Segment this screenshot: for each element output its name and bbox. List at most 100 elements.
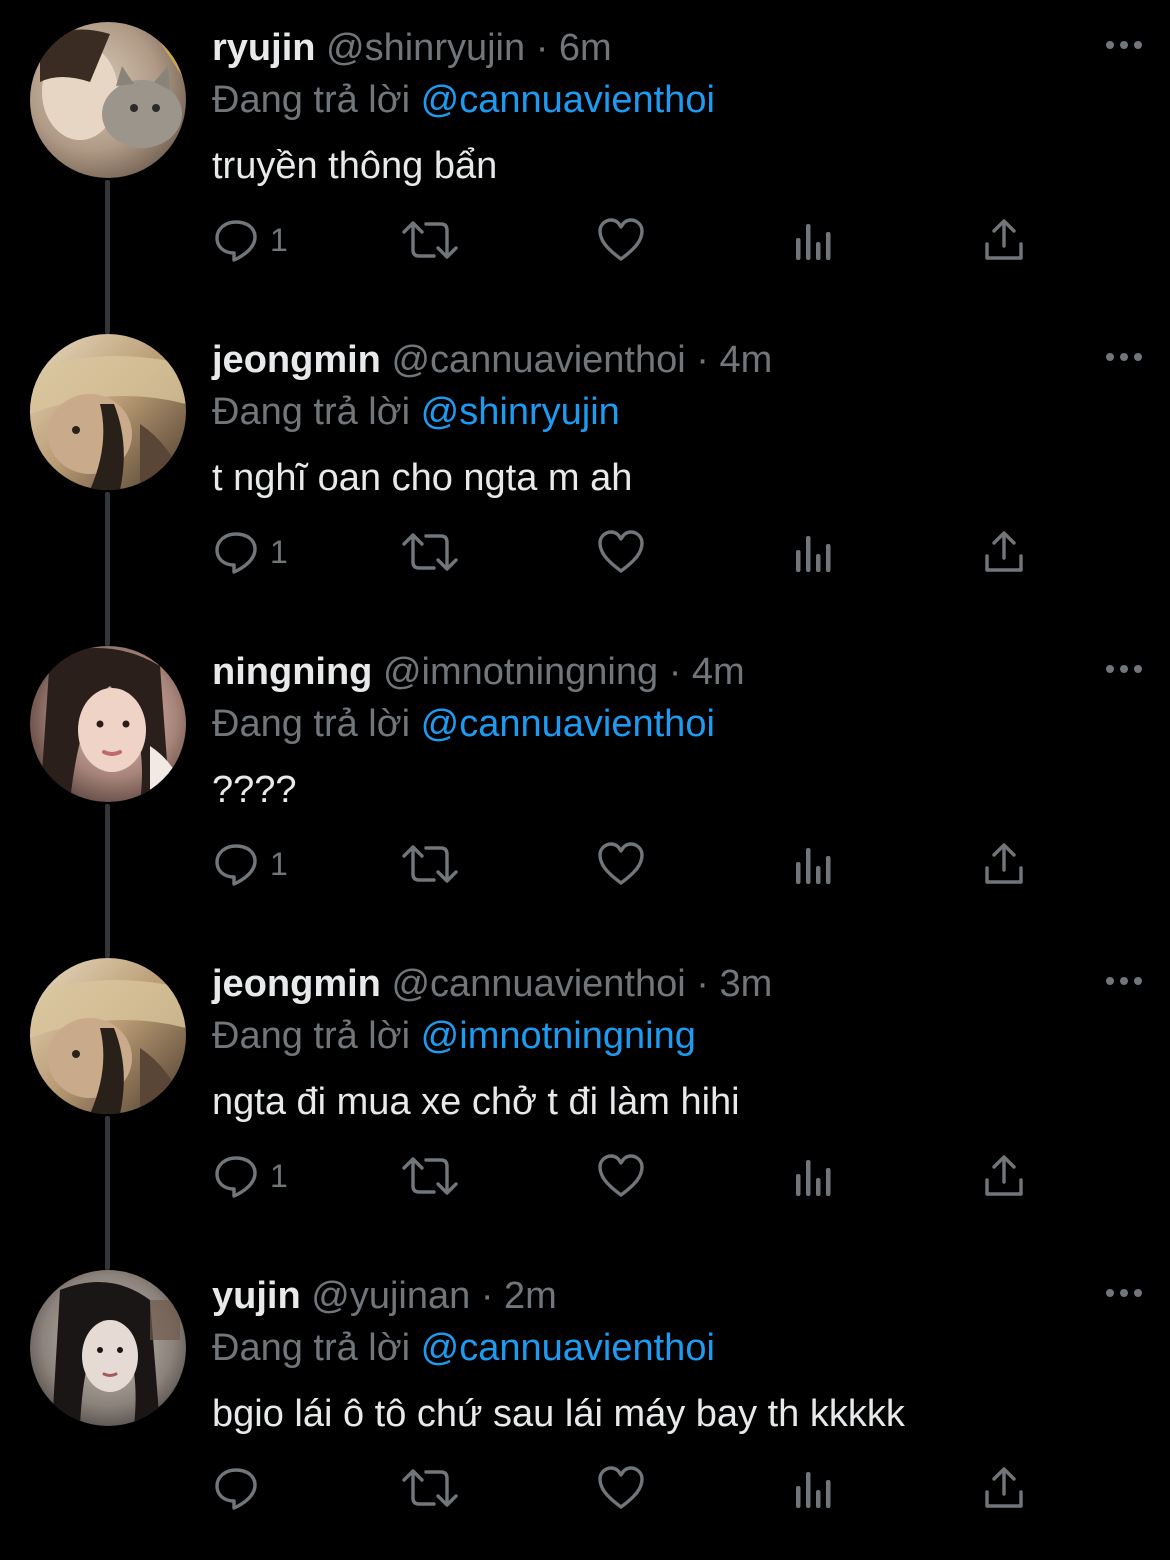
- tweet-text: ngta đi mua xe chở t đi làm hihi: [212, 1081, 740, 1123]
- separator-dot: ·: [696, 963, 709, 1005]
- views-button[interactable]: [792, 836, 836, 892]
- user-handle[interactable]: @imnotningning: [383, 651, 658, 693]
- thread-connector-line: [105, 180, 110, 334]
- heart-icon: [598, 842, 644, 885]
- user-handle[interactable]: @cannuavienthoi: [391, 339, 685, 381]
- replying-to: Đang trả lời @cannuavienthoi: [212, 698, 1140, 750]
- display-name[interactable]: ryujin: [212, 27, 315, 69]
- tweet-text: bgio lái ô tô chứ sau lái máy bay th kkk…: [212, 1393, 905, 1435]
- mention-link[interactable]: @cannuavienthoi: [421, 79, 715, 121]
- retweet-button[interactable]: [400, 524, 460, 580]
- tweet-actions: 1: [212, 524, 1052, 580]
- reply-button[interactable]: 1: [212, 1148, 288, 1204]
- tweet-content: jeongmin @cannuavienthoi · 3m Đang trả l…: [212, 958, 1140, 1126]
- like-button[interactable]: [596, 1148, 646, 1204]
- analytics-icon: [796, 848, 831, 884]
- tweet[interactable]: jeongmin @cannuavienthoi · 3m Đang trả l…: [0, 936, 1170, 1270]
- user-handle[interactable]: @cannuavienthoi: [391, 963, 685, 1005]
- tweet-actions: 1: [212, 836, 1052, 892]
- more-options-button[interactable]: [1102, 30, 1146, 60]
- reply-button[interactable]: 1: [212, 212, 288, 268]
- reply-button[interactable]: [212, 1460, 270, 1516]
- views-button[interactable]: [792, 1148, 836, 1204]
- share-icon: [985, 531, 1023, 572]
- reply-thread: ryujin @shinryujin · 6m Đang trả lời @ca…: [0, 0, 1170, 1548]
- thread-connector-line: [105, 492, 110, 646]
- timestamp[interactable]: 6m: [559, 27, 612, 69]
- share-button[interactable]: [982, 524, 1026, 580]
- avatar[interactable]: [30, 958, 186, 1114]
- like-button[interactable]: [596, 524, 646, 580]
- mention-link[interactable]: @cannuavienthoi: [421, 703, 715, 745]
- avatar-column: [30, 958, 186, 1114]
- display-name[interactable]: jeongmin: [212, 339, 381, 381]
- reply-button[interactable]: 1: [212, 836, 288, 892]
- replying-label: Đang trả lời: [212, 391, 411, 433]
- tweet[interactable]: ryujin @shinryujin · 6m Đang trả lời @ca…: [0, 0, 1170, 334]
- heart-icon: [598, 530, 644, 573]
- like-button[interactable]: [596, 1460, 646, 1516]
- avatar[interactable]: [30, 1270, 186, 1426]
- user-handle[interactable]: @yujinan: [311, 1275, 470, 1317]
- timestamp[interactable]: 4m: [692, 651, 745, 693]
- thread-connector-line: [105, 804, 110, 958]
- thread-connector-line: [105, 1116, 110, 1270]
- avatar-column: [30, 1270, 186, 1426]
- separator-dot: ·: [480, 1275, 494, 1317]
- user-handle[interactable]: @shinryujin: [326, 27, 525, 69]
- timestamp[interactable]: 2m: [504, 1275, 557, 1317]
- reply-icon: [215, 1468, 257, 1510]
- reply-button[interactable]: 1: [212, 524, 288, 580]
- avatar[interactable]: [30, 22, 186, 178]
- tweet[interactable]: ningning @imnotningning · 4m Đang trả lờ…: [0, 624, 1170, 958]
- like-button[interactable]: [596, 836, 646, 892]
- display-name[interactable]: jeongmin: [212, 963, 381, 1005]
- display-name[interactable]: ningning: [212, 651, 372, 693]
- views-button[interactable]: [792, 1460, 836, 1516]
- mention-link[interactable]: @shinryujin: [421, 391, 620, 433]
- more-options-button[interactable]: [1102, 342, 1146, 372]
- views-button[interactable]: [792, 524, 836, 580]
- tweet[interactable]: jeongmin @cannuavienthoi · 4m Đang trả l…: [0, 312, 1170, 646]
- replying-label: Đang trả lời: [212, 1015, 411, 1057]
- reply-count: 1: [270, 221, 288, 258]
- more-icon: [1106, 1289, 1142, 1297]
- reply-count: 1: [270, 1157, 288, 1194]
- share-button[interactable]: [982, 1148, 1026, 1204]
- tweet[interactable]: yujin @yujinan · 2m Đang trả lời @cannua…: [0, 1248, 1170, 1560]
- separator-dot: ·: [668, 651, 682, 693]
- reply-count: 1: [270, 533, 288, 570]
- reply-icon: [215, 220, 257, 262]
- retweet-button[interactable]: [400, 212, 460, 268]
- share-button[interactable]: [982, 212, 1026, 268]
- avatar-column: [30, 646, 186, 802]
- mention-link[interactable]: @cannuavienthoi: [421, 1327, 715, 1369]
- retweet-button[interactable]: [400, 1460, 460, 1516]
- mention-link[interactable]: @imnotningning: [421, 1015, 696, 1057]
- views-button[interactable]: [792, 212, 836, 268]
- retweet-icon: [402, 845, 458, 883]
- retweet-button[interactable]: [400, 836, 460, 892]
- tweet-actions: 1: [212, 1148, 1052, 1204]
- avatar[interactable]: [30, 646, 186, 802]
- more-options-button[interactable]: [1102, 966, 1146, 996]
- retweet-button[interactable]: [400, 1148, 460, 1204]
- replying-to: Đang trả lời @cannuavienthoi: [212, 74, 1140, 126]
- avatar[interactable]: [30, 334, 186, 490]
- timestamp[interactable]: 3m: [719, 963, 772, 1005]
- more-options-button[interactable]: [1102, 654, 1146, 684]
- tweet-header: jeongmin @cannuavienthoi · 3m: [212, 958, 1140, 1010]
- share-button[interactable]: [982, 1460, 1026, 1516]
- more-options-button[interactable]: [1102, 1278, 1146, 1308]
- tweet-content: yujin @yujinan · 2m Đang trả lời @cannua…: [212, 1270, 1140, 1438]
- more-icon: [1106, 665, 1142, 673]
- like-button[interactable]: [596, 212, 646, 268]
- share-icon: [985, 219, 1023, 260]
- tweet-header: jeongmin @cannuavienthoi · 4m: [212, 334, 1140, 386]
- share-button[interactable]: [982, 836, 1026, 892]
- display-name[interactable]: yujin: [212, 1275, 301, 1317]
- timestamp[interactable]: 4m: [719, 339, 772, 381]
- heart-icon: [598, 1154, 644, 1197]
- replying-label: Đang trả lời: [212, 79, 411, 121]
- share-icon: [985, 1467, 1023, 1508]
